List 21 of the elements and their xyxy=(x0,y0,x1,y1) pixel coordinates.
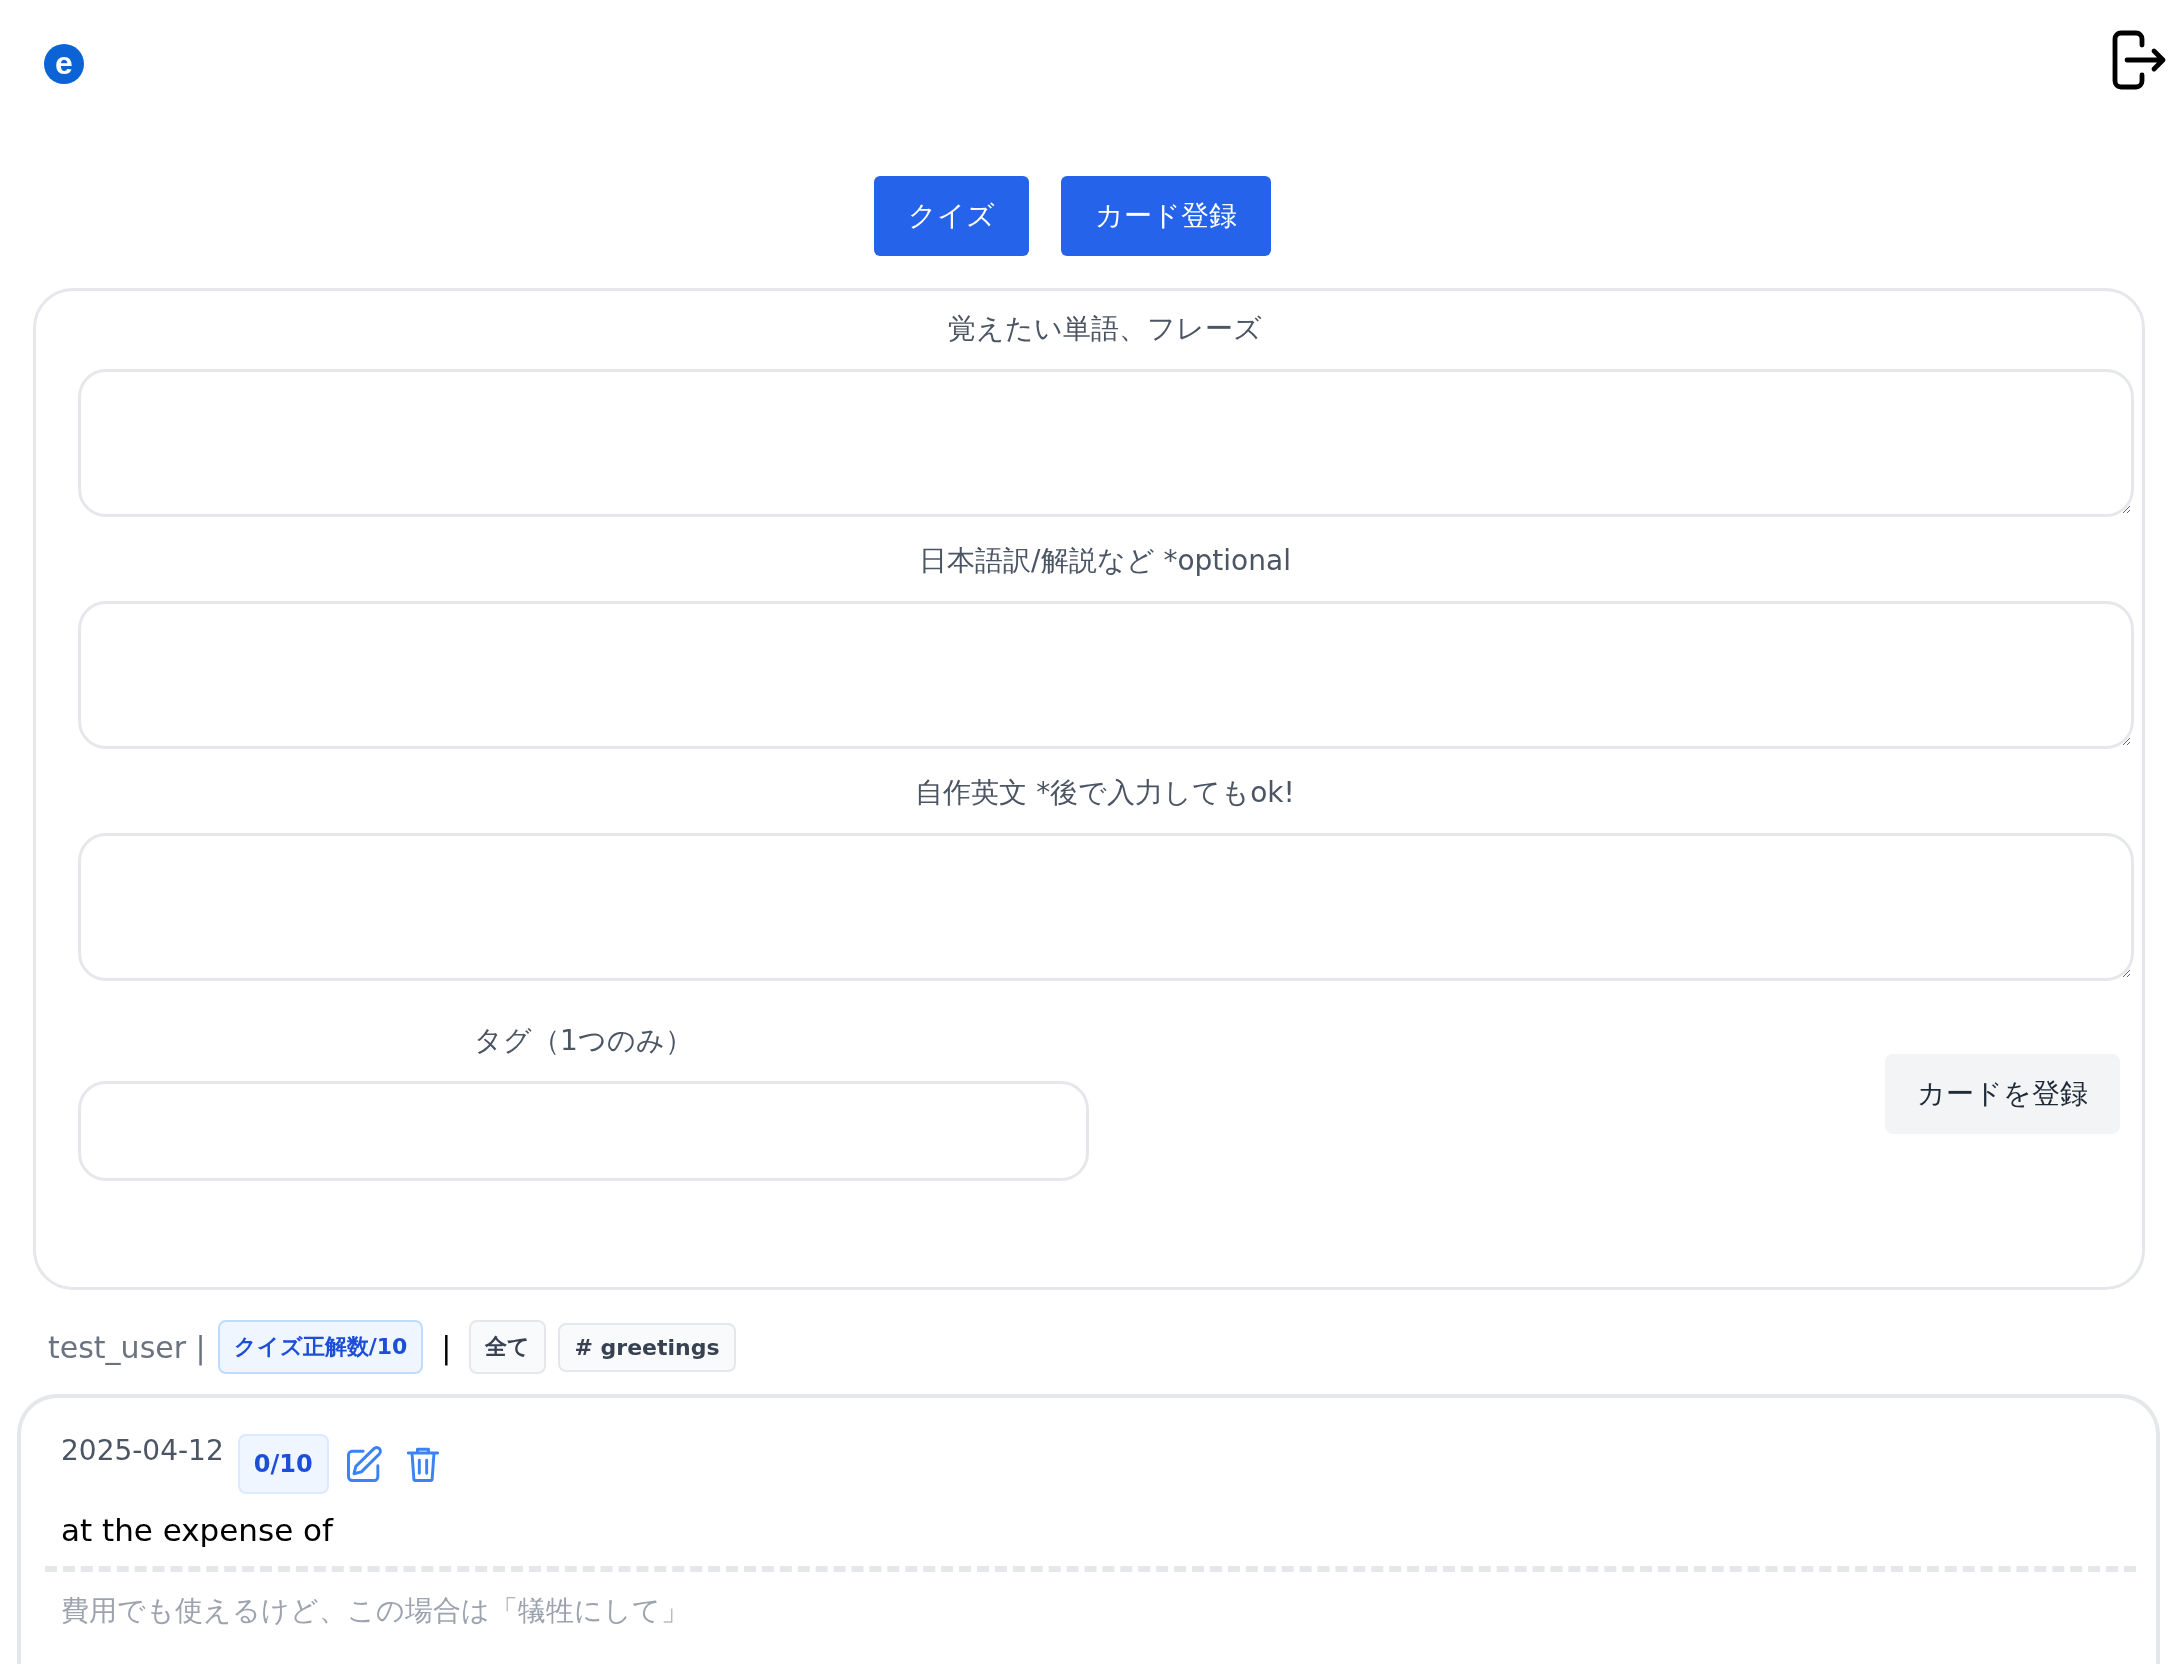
card-phrase: at the expense of xyxy=(45,1494,2136,1572)
logo[interactable]: e xyxy=(44,44,84,84)
text-area[interactable] xyxy=(78,833,2134,981)
score-filter-tag[interactable]: クイズ正解数/10 xyxy=(217,1320,424,1374)
card-date: 2025-04-12 xyxy=(61,1434,224,1467)
field-label: 覚えたい単語、フレーズ xyxy=(947,311,1263,347)
text-area[interactable] xyxy=(78,369,2134,517)
tag-filter[interactable]: # greetings xyxy=(558,1322,736,1372)
score-badge: 0/10 xyxy=(237,1434,329,1494)
nav-button[interactable]: クイズ xyxy=(873,176,1029,256)
tag-filter[interactable]: 全て xyxy=(469,1320,547,1374)
register-button[interactable]: カードを登録 xyxy=(1885,1054,2120,1134)
tag-input[interactable] xyxy=(78,1081,1089,1181)
field-label: 日本語訳/解説など *optional xyxy=(918,543,1292,579)
field-label: タグ（1つのみ） xyxy=(473,1023,694,1059)
field-label: 自作英文 *後で入力してもok! xyxy=(914,775,1296,811)
username: test_user | xyxy=(48,1329,206,1365)
nav-button[interactable]: カード登録 xyxy=(1060,176,1271,256)
text-area[interactable] xyxy=(78,601,2134,749)
separator: | xyxy=(441,1329,452,1365)
card-note: 費用でも使えるけど、この場合は「犠牲にして」 xyxy=(60,1593,690,1629)
